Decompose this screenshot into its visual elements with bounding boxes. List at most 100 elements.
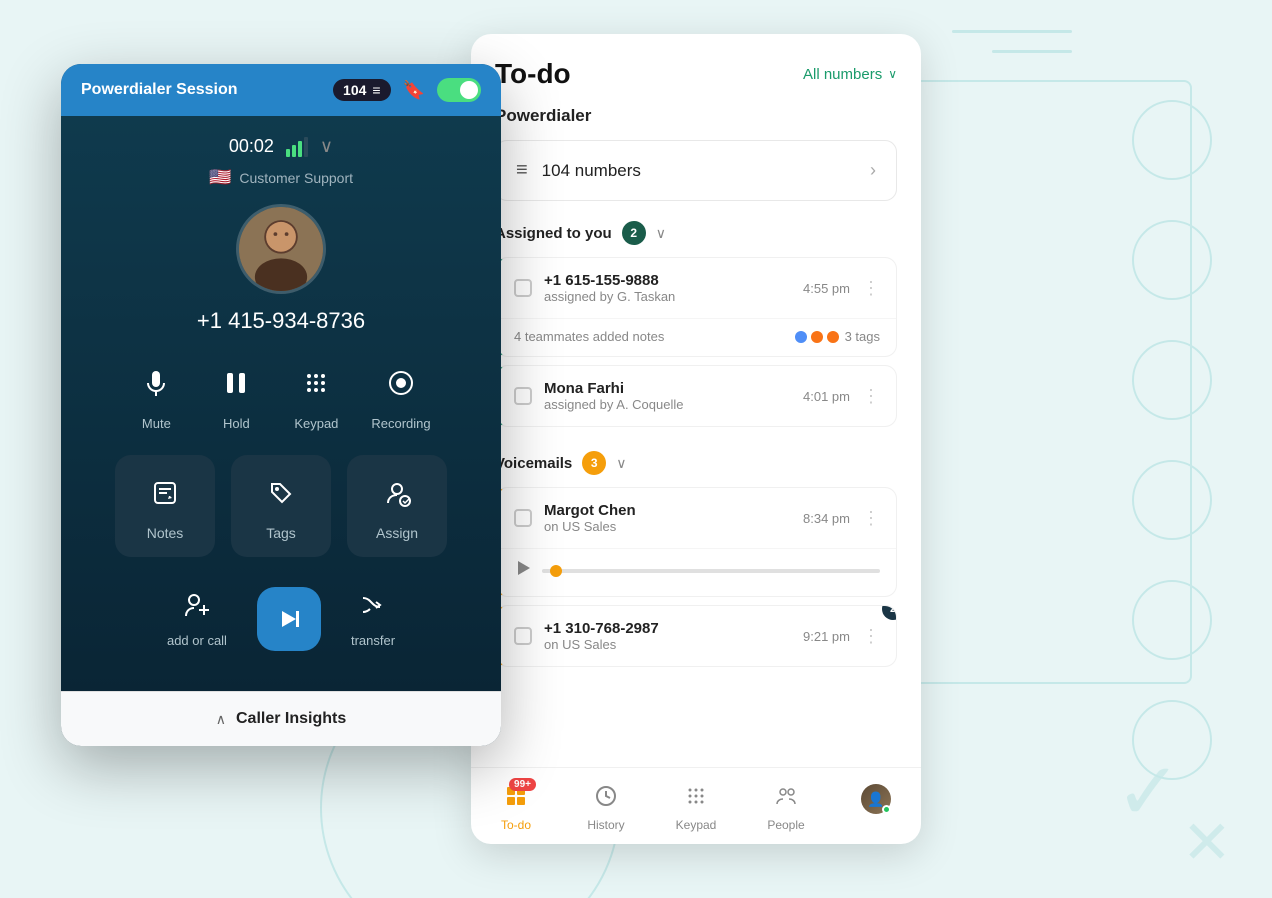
voicemail-2-menu-icon[interactable]: ⋮ (862, 626, 880, 647)
voicemail-1-info: Margot Chen on US Sales (544, 502, 791, 534)
profile-avatar: 👤 (861, 784, 891, 814)
assigned-section: Assigned to you 2 ∨ +1 615-155-9888 assi… (471, 221, 921, 451)
mute-button[interactable]: Mute (131, 358, 181, 431)
call-controls: Mute Hold (81, 358, 481, 431)
history-nav-icon (594, 784, 618, 814)
recording-button[interactable]: Recording (371, 358, 430, 431)
contact-1-tag-dots (795, 331, 839, 343)
call-area: 00:02 ∨ 🇺🇸 Customer Support (61, 116, 501, 691)
progress-indicator (550, 565, 562, 577)
transfer-label: transfer (351, 633, 395, 648)
people-nav-label: People (767, 818, 804, 832)
tag-dot-orange-2 (827, 331, 839, 343)
action-buttons-row: Notes Tags (81, 455, 481, 577)
assigned-section-header: Assigned to you 2 ∨ (495, 221, 897, 245)
pd-arrow-icon: › (870, 160, 876, 181)
call-count-badge: 104 ≡ (333, 79, 391, 101)
nav-profile[interactable]: 👤 (831, 780, 921, 836)
todo-nav-badge: 99+ (509, 778, 536, 791)
recording-label: Recording (371, 416, 430, 431)
voicemail-1-checkbox[interactable] (514, 509, 532, 527)
powerdialer-card[interactable]: ≡ 104 numbers › (495, 140, 897, 201)
timer-display: 00:02 (229, 136, 274, 157)
contact-1-notes-info: 4 teammates added notes (514, 329, 664, 344)
voicemails-chevron-icon[interactable]: ∨ (616, 455, 626, 472)
audio-progress-bar[interactable] (542, 569, 880, 573)
hold-button[interactable]: Hold (211, 358, 261, 431)
contact-1-tags: 4 teammates added notes 3 tags (498, 318, 896, 356)
hold-label: Hold (223, 416, 250, 431)
voicemail-2: 2 +1 310-768-2987 on US Sales 9:21 pm ⋮ (495, 605, 897, 667)
all-numbers-label: All numbers (803, 66, 882, 83)
nav-people[interactable]: People (741, 780, 831, 836)
voicemail-1: Margot Chen on US Sales 8:34 pm ⋮ (495, 487, 897, 597)
assigned-contact-2: Mona Farhi assigned by A. Coquelle 4:01 … (495, 365, 897, 427)
bottom-controls-row: add or call t (81, 577, 481, 671)
voicemail-2-info: +1 310-768-2987 on US Sales (544, 620, 791, 652)
voicemail-2-name: +1 310-768-2987 (544, 620, 791, 637)
caller-insights-bar[interactable]: ∧ Caller Insights (61, 691, 501, 746)
caller-label-row: 🇺🇸 Customer Support (81, 167, 481, 188)
phone-session-title: Powerdialer Session (81, 81, 238, 99)
tags-label: Tags (266, 525, 296, 541)
phone-widget: Powerdialer Session 104 ≡ 🔖 00:02 (61, 64, 501, 746)
contact-1-main: +1 615-155-9888 assigned by G. Taskan 4:… (498, 258, 896, 318)
collapse-icon[interactable]: ∨ (320, 136, 333, 157)
contact-2-checkbox[interactable] (514, 387, 532, 405)
contact-2-main: Mona Farhi assigned by A. Coquelle 4:01 … (498, 366, 896, 426)
session-toggle[interactable] (437, 78, 481, 102)
todo-panel: To-do All numbers ∨ Powerdialer ≡ 104 nu… (471, 34, 921, 844)
tag-dot-blue (795, 331, 807, 343)
nav-todo[interactable]: 99+ To-do (471, 780, 561, 836)
bookmark-icon[interactable]: 🔖 (403, 80, 425, 101)
notes-button[interactable]: Notes (115, 455, 215, 557)
contact-1-assigned: assigned by G. Taskan (544, 289, 791, 304)
contact-2-info: Mona Farhi assigned by A. Coquelle (544, 380, 791, 412)
keypad-nav-label: Keypad (676, 818, 717, 832)
keypad-button[interactable]: Keypad (291, 358, 341, 431)
assigned-contact-1: +1 615-155-9888 assigned by G. Taskan 4:… (495, 257, 897, 357)
notes-icon (143, 471, 187, 515)
contact-1-checkbox[interactable] (514, 279, 532, 297)
powerdialer-section-title: Powerdialer (495, 106, 897, 126)
voicemail-1-name: Margot Chen (544, 502, 791, 519)
hamburger-icon[interactable]: ≡ (372, 82, 380, 98)
nav-keypad[interactable]: Keypad (651, 780, 741, 836)
powerdialer-section: Powerdialer ≡ 104 numbers › (471, 106, 921, 221)
insights-chevron-icon: ∧ (216, 711, 226, 728)
next-call-button[interactable] (257, 587, 321, 651)
voicemail-2-checkbox[interactable] (514, 627, 532, 645)
online-status-dot (882, 805, 891, 814)
contact-2-time: 4:01 pm (803, 389, 850, 404)
phone-header-controls: 104 ≡ 🔖 (333, 78, 481, 102)
caller-avatar-container (81, 204, 481, 294)
caller-support-label: Customer Support (239, 170, 353, 186)
contact-1-info: +1 615-155-9888 assigned by G. Taskan (544, 272, 791, 304)
voicemail-1-menu-icon[interactable]: ⋮ (862, 508, 880, 529)
voicemail-2-main: +1 310-768-2987 on US Sales 9:21 pm ⋮ (498, 606, 896, 666)
todo-header: To-do All numbers ∨ (471, 34, 921, 106)
voicemail-2-sub: on US Sales (544, 637, 791, 652)
avatar-image (239, 207, 323, 291)
notes-label: Notes (147, 525, 184, 541)
all-numbers-dropdown[interactable]: All numbers ∨ (803, 66, 897, 83)
tags-icon (259, 471, 303, 515)
contact-2-name: Mona Farhi (544, 380, 791, 397)
add-or-call-button[interactable]: add or call (167, 590, 227, 648)
assign-button[interactable]: Assign (347, 455, 447, 557)
play-button[interactable] (514, 559, 532, 582)
caller-phone-number: +1 415-934-8736 (81, 308, 481, 334)
mute-label: Mute (142, 416, 171, 431)
nav-history[interactable]: History (561, 780, 651, 836)
tags-button[interactable]: Tags (231, 455, 331, 557)
assigned-chevron-icon[interactable]: ∨ (656, 225, 666, 242)
voicemail-1-time: 8:34 pm (803, 511, 850, 526)
contact-1-menu-icon[interactable]: ⋮ (862, 278, 880, 299)
contact-2-menu-icon[interactable]: ⋮ (862, 386, 880, 407)
transfer-button[interactable]: transfer (351, 590, 395, 648)
keypad-label: Keypad (294, 416, 338, 431)
player-controls (514, 559, 880, 582)
call-timer-row: 00:02 ∨ (81, 136, 481, 157)
keypad-nav-icon (684, 784, 708, 814)
contact-1-tags-count: 3 tags (845, 329, 880, 344)
